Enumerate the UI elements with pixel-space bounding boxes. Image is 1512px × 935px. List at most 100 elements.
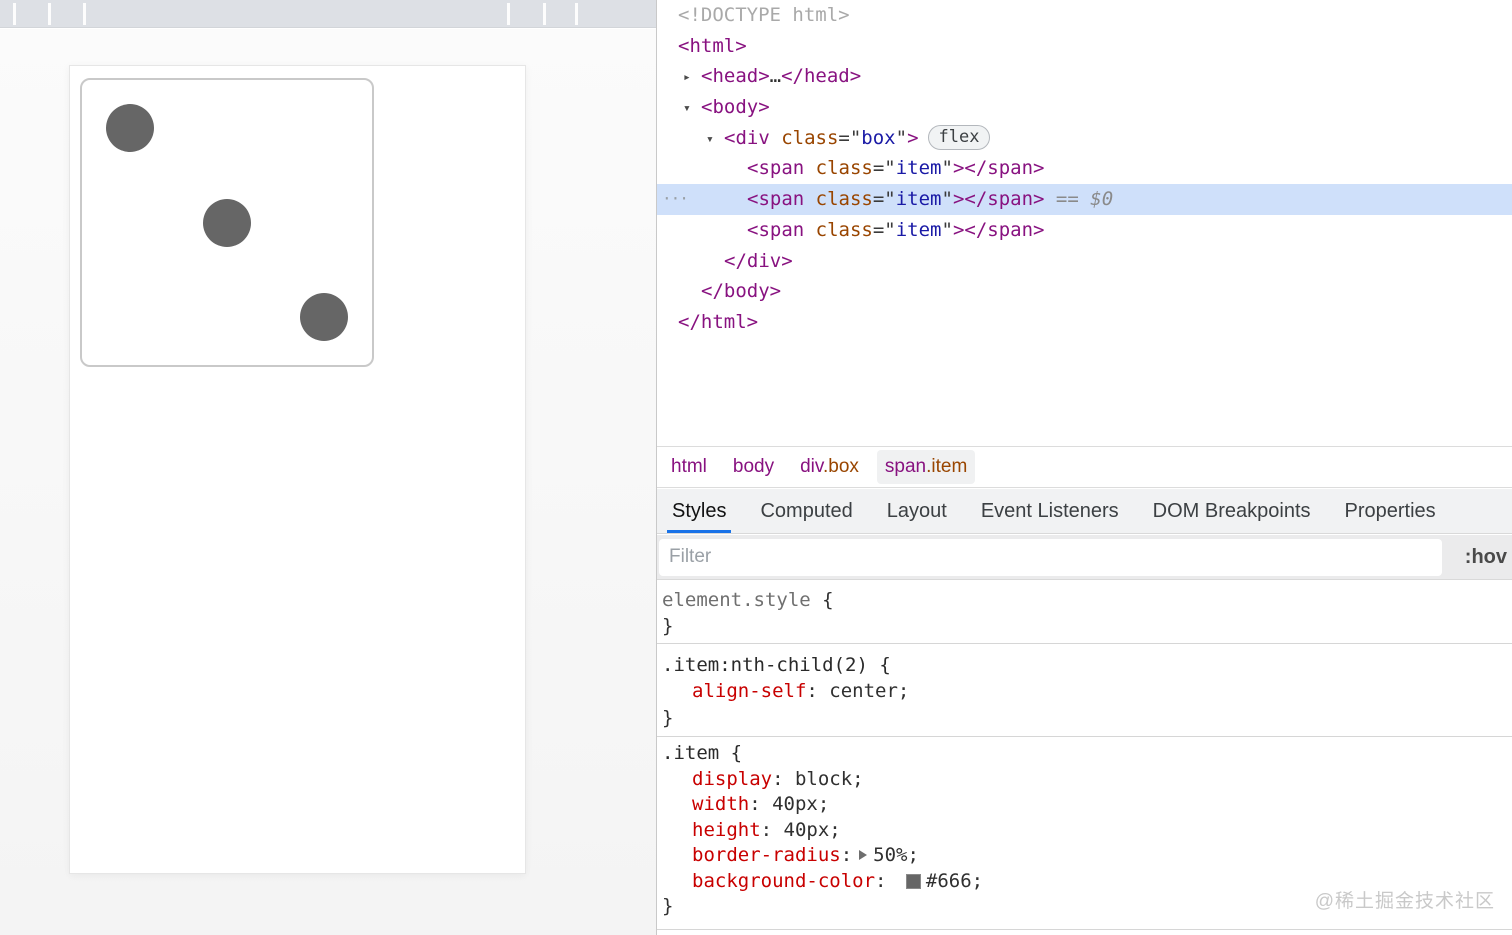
- watermark: @稀土掘金技术社区: [1314, 891, 1495, 912]
- dice-dot: [106, 104, 154, 152]
- code-token: item: [895, 218, 942, 241]
- css-token: display: [692, 767, 773, 790]
- code-token: box: [861, 126, 896, 149]
- code-token: <span: [747, 218, 816, 241]
- tab-separator: [13, 3, 16, 25]
- code-token: item: [895, 188, 942, 211]
- css-token: border-radius: [692, 844, 841, 866]
- code-token: =": [872, 188, 896, 211]
- css-token: }: [662, 615, 674, 637]
- breadcrumb-part: span: [884, 456, 927, 477]
- breadcrumb-part: html: [671, 456, 707, 477]
- dice-dot: [203, 198, 251, 247]
- expand-triangle-icon[interactable]: [859, 850, 868, 860]
- dom-tree-row[interactable]: <span class="item"></span>: [657, 215, 1512, 246]
- expand-arrow-icon[interactable]: ▾: [706, 125, 724, 156]
- breadcrumb-item[interactable]: body: [725, 450, 782, 484]
- dom-tree-row[interactable]: ▸ <head>…</head>: [657, 61, 1512, 92]
- style-rule-row[interactable]: element.style {: [662, 587, 1512, 613]
- tab-properties[interactable]: Properties: [1342, 489, 1439, 533]
- css-token: }: [662, 706, 674, 729]
- breadcrumb-part: div: [800, 456, 823, 477]
- tab-layout[interactable]: Layout: [884, 489, 950, 533]
- dom-tree-row[interactable]: ▾ <div class="box"> flex: [657, 123, 1512, 154]
- code-token: =": [872, 157, 896, 180]
- code-token: $0: [1090, 188, 1114, 211]
- style-section: element.style {}: [657, 581, 1512, 644]
- css-token: 40px;: [783, 818, 841, 841]
- code-token: =": [872, 218, 896, 241]
- page-viewport: [0, 29, 656, 935]
- code-token: ": [941, 188, 953, 211]
- code-token: <head>: [701, 65, 770, 88]
- style-rule-row[interactable]: height: 40px;: [662, 818, 1512, 844]
- style-rule-row[interactable]: width: 40px;: [662, 792, 1512, 818]
- style-rule-row[interactable]: display: block;: [662, 767, 1512, 793]
- code-token: ==: [1044, 188, 1091, 211]
- code-token: ": [941, 218, 953, 241]
- expand-arrow-icon[interactable]: ▾: [683, 94, 701, 125]
- style-rule-row[interactable]: }: [662, 705, 1512, 731]
- devtools-panel: <!DOCTYPE html> <html> ▸ <head>…</head> ▾ <bo…: [656, 0, 1512, 935]
- breadcrumb-item[interactable]: span.item: [876, 450, 976, 484]
- flex-badge[interactable]: flex: [927, 124, 991, 150]
- css-token: block;: [794, 767, 864, 790]
- code-token: </span>: [964, 157, 1045, 180]
- tab-separator: [48, 3, 51, 25]
- color-swatch-icon[interactable]: [905, 873, 921, 889]
- code-token: ": [941, 157, 953, 180]
- code-token: class: [815, 157, 873, 180]
- flex-box-preview: [80, 78, 374, 367]
- breadcrumb-part: .item: [926, 456, 968, 477]
- dom-tree-row[interactable]: ▾ <body>: [657, 92, 1512, 123]
- style-section: .item:nth-child(2) {align-self: center;}: [657, 644, 1512, 737]
- expand-arrow-icon[interactable]: ▸: [683, 63, 701, 94]
- code-token: class: [815, 188, 873, 211]
- filter-input[interactable]: [659, 538, 1442, 576]
- overflow-dots-icon[interactable]: ···: [662, 184, 689, 215]
- tab-separator: [507, 3, 510, 25]
- tab-computed[interactable]: Computed: [757, 489, 855, 533]
- style-rule-row[interactable]: }: [662, 613, 1512, 639]
- code-token: </html>: [678, 310, 759, 333]
- code-token: </span>: [964, 218, 1045, 241]
- styles-pane: element.style {} .item:nth-child(2) {alig…: [657, 581, 1512, 935]
- dom-tree-row[interactable]: ··· <span class="item"></span> == $0: [657, 184, 1512, 215]
- dom-tree-row[interactable]: <span class="item"></span>: [657, 153, 1512, 184]
- code-token: =": [838, 126, 862, 149]
- tab-event-listeners[interactable]: Event Listeners: [978, 489, 1122, 533]
- browser-tab-strip[interactable]: [0, 0, 656, 28]
- code-token: >: [952, 188, 965, 211]
- dom-tree-row[interactable]: </body>: [657, 276, 1512, 307]
- code-token: </div>: [724, 249, 793, 272]
- hov-toggle[interactable]: :hov: [1465, 535, 1507, 580]
- tab-dom-breakpoints[interactable]: DOM Breakpoints: [1150, 489, 1314, 533]
- code-token: </head>: [781, 65, 862, 88]
- dom-tree-row[interactable]: <!DOCTYPE html>: [657, 0, 1512, 31]
- dom-tree-row[interactable]: </div>: [657, 246, 1512, 277]
- code-token: item: [895, 157, 942, 180]
- css-token: 40px;: [772, 793, 830, 815]
- screen: <!DOCTYPE html> <html> ▸ <head>…</head> ▾ <bo…: [0, 0, 1512, 935]
- tab-separator: [83, 3, 86, 25]
- breadcrumb-item[interactable]: div.box: [792, 450, 867, 484]
- code-token: </body>: [701, 280, 782, 303]
- breadcrumb-part: body: [732, 456, 775, 477]
- code-token: class: [815, 218, 873, 241]
- css-token: width: [692, 793, 750, 815]
- css-token: element.style: [662, 589, 811, 611]
- dom-tree-row[interactable]: </html>: [657, 307, 1512, 338]
- tab-styles[interactable]: Styles: [666, 489, 732, 533]
- css-token: {: [810, 589, 834, 611]
- style-rule-row[interactable]: .item:nth-child(2) {: [662, 652, 1512, 678]
- css-token: center;: [829, 680, 910, 703]
- css-token: :: [840, 844, 853, 866]
- style-rule-row[interactable]: border-radius: 50%;: [662, 843, 1512, 869]
- style-rule-row[interactable]: align-self: center;: [662, 678, 1512, 704]
- breadcrumb-item[interactable]: html: [663, 450, 715, 484]
- code-token: >: [952, 218, 965, 241]
- code-token: …: [769, 65, 782, 88]
- dom-tree-row[interactable]: <html>: [657, 31, 1512, 62]
- style-rule-row[interactable]: .item {: [662, 741, 1512, 767]
- tab-separator: [543, 3, 546, 25]
